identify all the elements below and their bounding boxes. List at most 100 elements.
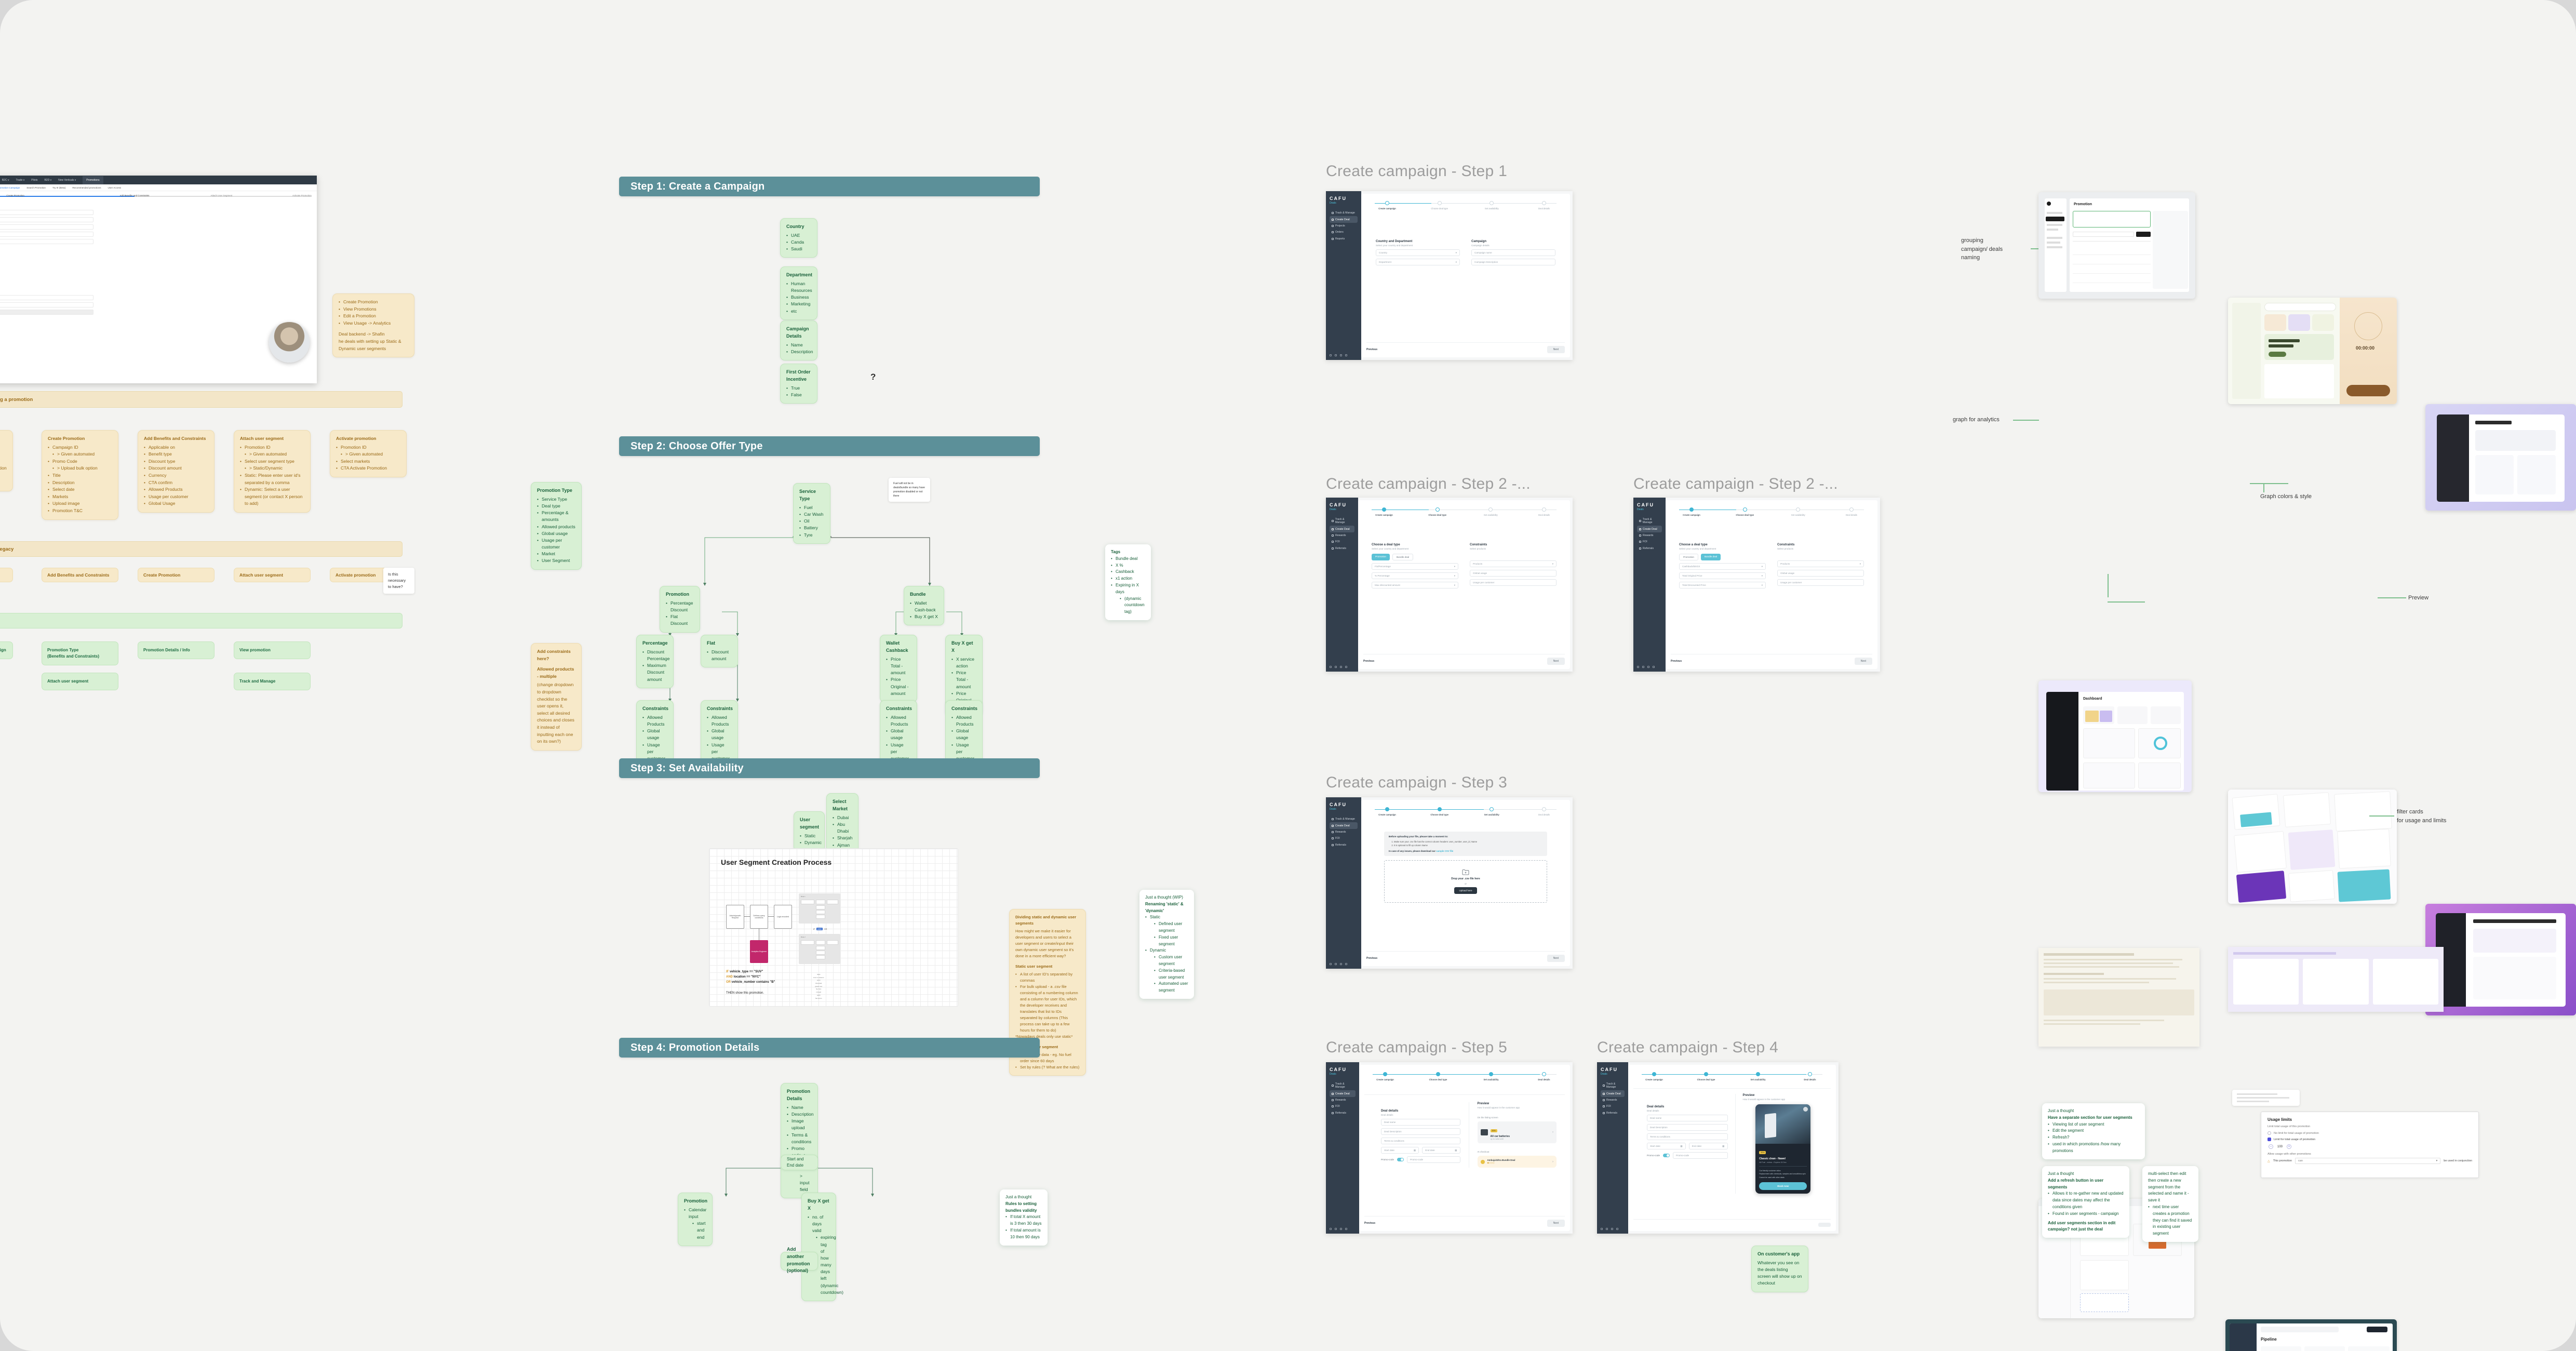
country-select[interactable]: Country ▾ <box>1376 249 1460 256</box>
nav-item-referrals[interactable]: Referrals <box>1601 1110 1625 1116</box>
deal-type-toggle-bundle[interactable]: Bundle deal <box>1700 554 1721 560</box>
mockup-frame-step3[interactable]: CAFU Deals Track & Manage Create Deal Re… <box>1326 797 1573 969</box>
nav-item-create-deal[interactable]: Create Deal <box>1637 526 1662 532</box>
step-indicator[interactable]: Set availability <box>1742 1072 1774 1081</box>
step-indicator[interactable]: Set availability <box>1476 807 1507 816</box>
next-button[interactable] <box>1818 1223 1831 1227</box>
upload-here-button[interactable]: Upload here <box>1454 887 1477 894</box>
step-indicator[interactable]: Choose deal type <box>1729 507 1761 516</box>
previous-button[interactable]: Previous <box>1366 348 1377 351</box>
nav-item-projects[interactable]: Projects <box>1330 223 1358 229</box>
close-icon[interactable] <box>1803 1107 1808 1112</box>
legacy-tab[interactable]: Try It! (Beta) <box>52 186 65 189</box>
previous-button[interactable]: Previous <box>1366 957 1377 960</box>
legacy-form-row[interactable] <box>0 239 93 244</box>
step-indicator[interactable]: Choose deal type <box>1424 201 1455 210</box>
campaign-description-input[interactable]: Campaign Description <box>1471 259 1555 265</box>
deal-type-toggle-promotion[interactable]: Promotion <box>1372 554 1390 560</box>
products-select[interactable]: Products ▾ <box>1470 560 1557 567</box>
next-button[interactable]: Next <box>1547 1220 1565 1227</box>
step-indicator[interactable]: Deal details <box>1528 1072 1560 1081</box>
deal-type-toggle-promotion[interactable]: Promotion <box>1679 554 1698 560</box>
step-indicator[interactable]: Create campaign <box>1372 201 1403 210</box>
total-original-price-select[interactable]: Total Original Price ▾ <box>1679 572 1766 579</box>
legacy-tabs[interactable]: Create Promotion Campaign Search Promoti… <box>0 184 317 191</box>
legacy-topnav-item[interactable]: New Verticals v <box>58 179 76 182</box>
previous-button[interactable]: Previous <box>1364 1222 1375 1225</box>
mockup-frame-step1[interactable]: CAFU Deals Track & Manage Create Deal Pr… <box>1326 191 1573 360</box>
file-dropzone[interactable]: Drop your .csv file here or Upload here <box>1384 860 1547 903</box>
previous-button[interactable]: Previous <box>1363 660 1374 663</box>
terms-conditions-input[interactable]: Terms & conditions <box>1381 1138 1460 1144</box>
end-date-input[interactable]: End date ▦ <box>1688 1143 1728 1149</box>
sample-csv-link[interactable]: sample CSV file <box>1436 850 1453 852</box>
percentage-select[interactable]: % Percentage ▾ <box>1372 572 1458 579</box>
nav-item-foi[interactable]: FOI <box>1330 835 1358 841</box>
step-indicator[interactable]: Deal details <box>1836 507 1867 516</box>
inspiration-thumb-promotions[interactable]: Promotion <box>2038 192 2195 299</box>
promo-code-toggle[interactable] <box>1663 1154 1670 1157</box>
nav-item-orders[interactable]: Orders <box>1330 229 1358 235</box>
mockup-frame-step4[interactable]: CAFU Deals Track & Manage Create Deal Re… <box>1597 1062 1839 1234</box>
deal-name-input[interactable]: Deal name <box>1381 1119 1460 1126</box>
legacy-form-row[interactable] <box>0 310 93 315</box>
previous-button[interactable]: Previous <box>1671 660 1682 663</box>
nav-item-track-manage[interactable]: Track & Manage <box>1601 1081 1625 1090</box>
usage-per-customer-input[interactable]: Usage per customer <box>1777 579 1864 586</box>
inspiration-thumb-purple-a[interactable] <box>2425 404 2576 511</box>
global-usage-input[interactable]: Global usage <box>1777 570 1864 577</box>
nav-item-track-manage[interactable]: Track & Manage <box>1637 516 1662 526</box>
step-indicator[interactable]: Choose deal type <box>1424 807 1455 816</box>
step-indicator[interactable]: Deal details <box>1528 807 1560 816</box>
nav-item-rewards[interactable]: Rewards <box>1330 1097 1356 1103</box>
nav-item-create-deal[interactable]: Create Deal <box>1330 526 1354 532</box>
legacy-topnav[interactable]: ant v B2C v Trade v Pilots B2D v New Ver… <box>0 176 317 184</box>
fix-percentage-select[interactable]: Fix/Percentage ▾ <box>1372 563 1458 570</box>
legacy-topnav-item[interactable]: Trade v <box>16 179 24 182</box>
nav-item-track-manage[interactable]: Track & Manage <box>1330 816 1358 822</box>
step-indicator[interactable]: Set availability <box>1782 507 1814 516</box>
step-indicator[interactable]: Choose deal type <box>1422 507 1453 516</box>
end-date-input[interactable]: End date ▦ <box>1422 1147 1460 1154</box>
mockup-frame-step2b[interactable]: CAFU Deals Track & Manage Create Deal Re… <box>1633 498 1880 672</box>
step-indicator[interactable]: Create campaign <box>1370 1072 1401 1081</box>
next-button[interactable]: Next <box>1547 346 1565 353</box>
nav-item-rewards[interactable]: Rewards <box>1637 532 1662 539</box>
legacy-topnav-item[interactable]: Pilots <box>31 179 37 182</box>
nav-item-create-deal[interactable]: Create Deal <box>1330 1090 1356 1097</box>
department-select[interactable]: Department ▾ <box>1376 259 1460 265</box>
global-usage-input[interactable]: Global usage <box>1470 570 1557 577</box>
nav-item-foi[interactable]: FOI <box>1330 539 1354 545</box>
start-date-input[interactable]: Start date ▦ <box>1381 1147 1419 1154</box>
step-indicator[interactable]: Deal details <box>1794 1072 1826 1081</box>
inspiration-thumb-charts[interactable] <box>2228 790 2397 904</box>
inspiration-thumb-purple-b[interactable] <box>2425 904 2576 1015</box>
step-indicator[interactable]: Deal details <box>1528 201 1560 210</box>
inspiration-thumb-pipeline[interactable]: Pipeline <box>2225 1319 2397 1351</box>
max-discount-select[interactable]: Max discounted amount ▾ <box>1372 582 1458 588</box>
legacy-form-row[interactable] <box>0 302 93 307</box>
step-indicator[interactable]: Set availability <box>1475 507 1506 516</box>
step-indicator[interactable]: Choose deal type <box>1691 1072 1722 1081</box>
promo-code-input[interactable]: Promo-code <box>1407 1156 1460 1163</box>
nav-item-reports[interactable]: Reports <box>1330 236 1358 242</box>
usage-per-customer-input[interactable]: Usage per customer <box>1470 579 1557 586</box>
cashback-bxgx-select[interactable]: Cashback/BXGX ▾ <box>1679 563 1766 570</box>
radio-no-limit[interactable] <box>2268 1131 2271 1135</box>
legacy-form-row[interactable] <box>0 232 93 237</box>
legacy-tab[interactable]: Search Promotion <box>26 186 46 189</box>
nav-item-foi[interactable]: FOI <box>1601 1103 1625 1109</box>
next-button[interactable]: Next <box>1547 955 1565 962</box>
mockup-frame-step2a[interactable]: CAFU Deals Track & Manage Create Deal Re… <box>1326 498 1573 672</box>
campaign-name-input[interactable]: Campaign name <box>1471 249 1555 256</box>
nav-item-create-deal[interactable]: Create Deal <box>1330 822 1358 829</box>
step-indicator[interactable]: Create campaign <box>1639 1072 1670 1081</box>
nav-item-referrals[interactable]: Referrals <box>1330 842 1358 848</box>
step-indicator[interactable]: Set availability <box>1476 201 1507 210</box>
legacy-topnav-item-active[interactable]: Promotions <box>83 176 103 184</box>
next-button[interactable]: Next <box>1547 658 1565 665</box>
step-indicator[interactable]: Set availability <box>1475 1072 1507 1081</box>
next-button[interactable]: Next <box>1854 658 1872 665</box>
nav-item-rewards[interactable]: Rewards <box>1601 1097 1625 1103</box>
mockup-frame-step5[interactable]: CAFU Deals Track & Manage Create Deal Re… <box>1326 1062 1573 1234</box>
